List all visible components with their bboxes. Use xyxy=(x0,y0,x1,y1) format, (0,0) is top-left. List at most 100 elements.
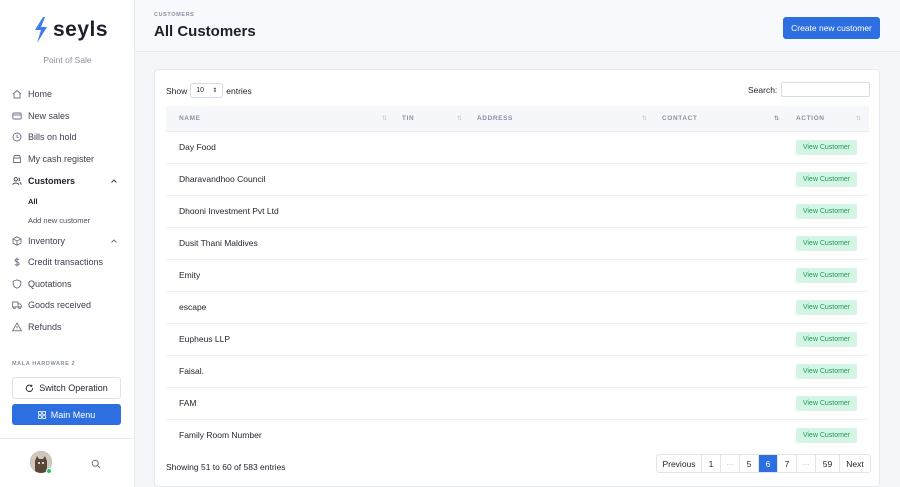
table-row: FAM View Customer xyxy=(166,388,869,420)
sidebar-item-my-cash-register[interactable]: My cash register xyxy=(12,151,124,167)
sidebar-subitem-all[interactable]: All xyxy=(28,197,38,206)
view-customer-button[interactable]: View Customer xyxy=(796,428,857,443)
search-label: Search: xyxy=(748,84,778,95)
sort-icon[interactable]: ⇅ xyxy=(457,115,462,122)
sidebar-item-label: Credit transactions xyxy=(28,257,104,267)
grid-icon xyxy=(37,410,46,419)
table-row: Faisal. View Customer xyxy=(166,356,869,388)
register-icon xyxy=(13,155,21,163)
pagination: Previous 1 … 5 6 7 … 59 Next xyxy=(656,454,871,473)
sidebar-item-label: Quotations xyxy=(28,279,72,289)
brand-logo[interactable]: seyls xyxy=(32,16,108,44)
main-menu-button[interactable]: Main Menu xyxy=(12,404,121,425)
sidebar-item-label: Home xyxy=(28,89,53,99)
sidebar-item-credit-transactions[interactable]: Credit transactions xyxy=(12,254,124,270)
column-header-address[interactable]: ADDRESS xyxy=(477,115,513,122)
entries-select-value: 10 xyxy=(196,87,205,94)
pagination-ellipsis: … xyxy=(797,455,816,472)
customer-name: escape xyxy=(179,302,207,312)
sidebar-item-home[interactable]: Home xyxy=(12,86,124,102)
sidebar-item-inventory[interactable]: Inventory xyxy=(12,233,124,249)
view-customer-button[interactable]: View Customer xyxy=(796,204,857,219)
view-customer-button[interactable]: View Customer xyxy=(796,172,857,187)
sidebar-item-goods-received[interactable]: Goods received xyxy=(12,297,124,313)
view-customer-button[interactable]: View Customer xyxy=(796,364,857,379)
store-label: MALA HARDWARE 2 xyxy=(12,361,76,367)
select-arrows-icon: ⇕ xyxy=(212,88,218,94)
customer-name: Dhooni Investment Pvt Ltd xyxy=(179,206,279,216)
shield-icon xyxy=(12,279,22,289)
customers-table-card: Show 10 ⇕ entries Search: NAME ⇅ TIN ⇅ A… xyxy=(154,69,880,487)
customer-name: Dharavandhoo Council xyxy=(179,174,266,184)
breadcrumb[interactable]: CUSTOMERS xyxy=(154,12,194,18)
online-status-indicator xyxy=(46,468,52,474)
pagination-next[interactable]: Next xyxy=(840,455,870,472)
sidebar-subitem-add-new-customer[interactable]: Add new customer xyxy=(28,216,90,225)
view-customer-button[interactable]: View Customer xyxy=(796,140,857,155)
sidebar-item-customers[interactable]: Customers xyxy=(12,173,124,189)
column-header-tin[interactable]: TIN xyxy=(402,115,414,122)
sort-icon[interactable]: ⇅ xyxy=(382,115,387,122)
switch-operation-label: Switch Operation xyxy=(39,383,108,393)
sidebar: seyls Point of Sale Home New sales Bills… xyxy=(0,0,135,487)
pagination-page[interactable]: 1 xyxy=(702,455,721,472)
table-row: Dusit Thani Maldives View Customer xyxy=(166,228,869,260)
search-input[interactable] xyxy=(781,82,871,97)
customer-name: Dusit Thani Maldives xyxy=(179,238,258,248)
pagination-page-current[interactable]: 6 xyxy=(759,455,778,472)
column-header-contact[interactable]: CONTACT xyxy=(662,115,698,122)
clock-icon xyxy=(12,132,22,142)
view-customer-button[interactable]: View Customer xyxy=(796,300,857,315)
main-menu-label: Main Menu xyxy=(50,409,96,420)
switch-operation-button[interactable]: Switch Operation xyxy=(12,377,121,399)
column-header-name[interactable]: NAME xyxy=(179,115,201,122)
users-icon xyxy=(12,177,22,185)
view-customer-button[interactable]: View Customer xyxy=(796,268,857,283)
card-icon xyxy=(12,112,22,120)
table-row: Dharavandhoo Council View Customer xyxy=(166,164,869,196)
table-search: Search: xyxy=(748,82,871,97)
entries-length-control: Show 10 ⇕ entries xyxy=(166,83,252,98)
sidebar-item-quotations[interactable]: Quotations xyxy=(12,276,124,292)
warning-icon xyxy=(12,322,22,332)
customer-name: Day Food xyxy=(179,142,216,152)
view-customer-button[interactable]: View Customer xyxy=(796,332,857,347)
table-row: Eupheus LLP View Customer xyxy=(166,324,869,356)
table-row: Day Food View Customer xyxy=(166,132,869,164)
customer-name: FAM xyxy=(179,398,197,408)
truck-icon xyxy=(12,301,22,310)
sidebar-item-label: New sales xyxy=(28,111,70,121)
customer-name: Family Room Number xyxy=(179,430,262,440)
table-row: escape View Customer xyxy=(166,292,869,324)
search-icon[interactable] xyxy=(91,459,101,469)
sidebar-item-bills-on-hold[interactable]: Bills on hold xyxy=(12,129,124,145)
customer-name: Faisal. xyxy=(179,366,205,376)
customer-name: Eupheus LLP xyxy=(179,334,231,344)
sidebar-item-new-sales[interactable]: New sales xyxy=(12,108,124,124)
pagination-page[interactable]: 5 xyxy=(740,455,759,472)
page-title: All Customers xyxy=(154,23,256,40)
home-icon xyxy=(12,89,22,99)
view-customer-button[interactable]: View Customer xyxy=(796,396,857,411)
create-new-customer-button[interactable]: Create new customer xyxy=(783,17,880,39)
sidebar-item-label: Customers xyxy=(28,176,76,186)
sort-asc-icon[interactable]: ⇅ xyxy=(774,115,779,122)
sort-icon[interactable]: ⇅ xyxy=(642,115,647,122)
pagination-page[interactable]: 59 xyxy=(816,455,840,472)
pagination-ellipsis: … xyxy=(721,455,740,472)
column-header-action[interactable]: ACTION xyxy=(796,115,825,122)
entries-label: entries xyxy=(226,85,252,96)
sidebar-item-label: Refunds xyxy=(28,322,62,332)
sort-icon[interactable]: ⇅ xyxy=(856,115,861,122)
entries-select[interactable]: 10 ⇕ xyxy=(190,83,224,98)
sidebar-item-refunds[interactable]: Refunds xyxy=(12,319,124,335)
sidebar-item-label: Bills on hold xyxy=(28,132,77,142)
table-header: NAME ⇅ TIN ⇅ ADDRESS ⇅ CONTACT ⇅ ACTION … xyxy=(166,106,869,132)
table-row: Emity View Customer xyxy=(166,260,869,292)
view-customer-button[interactable]: View Customer xyxy=(796,236,857,251)
chevron-up-icon xyxy=(111,179,117,183)
pagination-page[interactable]: 7 xyxy=(778,455,797,472)
table-row: Family Room Number View Customer xyxy=(166,420,869,452)
show-label: Show xyxy=(166,85,188,96)
pagination-previous[interactable]: Previous xyxy=(657,455,702,472)
